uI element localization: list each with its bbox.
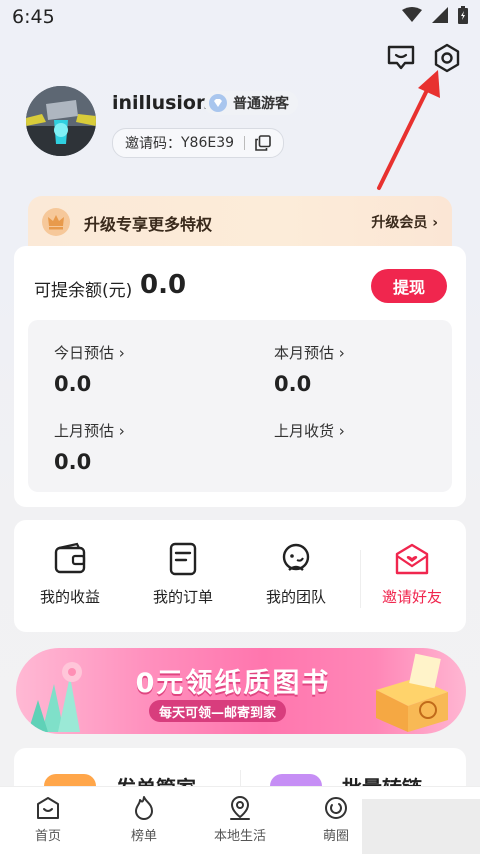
menu-earnings-label: 我的收益 xyxy=(39,588,100,606)
crystal-icon xyxy=(28,662,82,732)
promo-banner[interactable]: 0元领纸质图书 每天可领—邮寄到家 xyxy=(16,648,466,734)
nav-ranking[interactable]: 榜单 xyxy=(116,795,172,844)
order-icon xyxy=(169,542,197,576)
invite-code-divider xyxy=(244,136,246,150)
upgrade-text: 升级专享更多特权 xyxy=(84,215,213,234)
menu-invite-label: 邀请好友 xyxy=(381,588,442,606)
nav-local-life[interactable]: 本地生活 xyxy=(200,795,280,844)
stat-today-value: 0.0 xyxy=(54,372,92,396)
upgrade-banner[interactable]: 升级专享更多特权 升级会员 › xyxy=(28,196,452,248)
location-icon xyxy=(230,795,250,820)
stat-last-month-label: 上月预估 xyxy=(54,422,115,440)
chevron-right-icon: › xyxy=(338,344,345,362)
stat-today-label: 今日预估 xyxy=(54,344,115,362)
menu-card: 我的收益 我的订单 我的团队 邀请好友 xyxy=(14,520,466,632)
battery-icon xyxy=(458,6,468,24)
level-badge-label: 普通游客 xyxy=(233,96,289,112)
diamond-icon xyxy=(209,94,227,112)
nav-ranking-label: 榜单 xyxy=(130,829,157,844)
team-icon xyxy=(282,543,310,571)
fire-icon xyxy=(135,796,153,820)
status-time: 6:45 xyxy=(12,6,55,28)
nav-circle[interactable]: 萌圈 xyxy=(308,795,364,844)
menu-team[interactable]: 我的团队 xyxy=(246,542,346,607)
stat-last-month[interactable]: 上月预估 › 0.0 xyxy=(54,420,125,474)
home-icon xyxy=(37,797,59,819)
menu-orders-label: 我的订单 xyxy=(152,588,213,606)
stat-month-label: 本月预估 xyxy=(274,344,335,362)
nav-home[interactable]: 首页 xyxy=(20,795,76,844)
nav-overlay-placeholder xyxy=(362,799,480,854)
level-badge[interactable]: 普通游客 xyxy=(204,91,298,115)
chevron-right-icon: › xyxy=(338,422,345,440)
menu-invite[interactable]: 邀请好友 xyxy=(362,542,462,607)
chevron-right-icon: › xyxy=(118,422,125,440)
wallet-icon xyxy=(54,542,86,574)
status-bar: 6:45 xyxy=(0,0,480,34)
nav-home-label: 首页 xyxy=(34,829,61,844)
menu-team-label: 我的团队 xyxy=(265,588,326,606)
avatar-image xyxy=(26,86,96,156)
menu-divider xyxy=(360,550,361,608)
chevron-right-icon: › xyxy=(118,344,125,362)
stat-today[interactable]: 今日预估 › 0.0 xyxy=(54,342,125,396)
status-icons xyxy=(402,6,468,24)
balance-value: 0.0 xyxy=(140,270,187,300)
avatar[interactable] xyxy=(26,86,96,156)
package-icon xyxy=(376,653,448,732)
stat-month[interactable]: 本月预估 › 0.0 xyxy=(274,342,345,396)
stats-box: 今日预估 › 0.0 本月预估 › 0.0 上月预估 › 0.0 上月收货 › xyxy=(28,320,452,492)
invite-code-value: Y86E39 xyxy=(181,135,235,151)
nav-circle-label: 萌圈 xyxy=(322,829,349,844)
promo-subtitle: 每天可领—邮寄到家 xyxy=(149,700,287,722)
stat-month-value: 0.0 xyxy=(274,372,312,396)
balance-card: 可提余额(元) 0.0 提现 今日预估 › 0.0 本月预估 › 0.0 上月预… xyxy=(14,246,466,507)
invite-icon xyxy=(395,543,429,575)
balance-label: 可提余额(元) xyxy=(34,281,133,301)
crown-icon xyxy=(42,208,70,236)
upgrade-link-label: 升级会员 xyxy=(371,215,428,231)
copy-icon[interactable] xyxy=(255,135,271,151)
circle-chat-icon xyxy=(325,797,347,819)
signal-icon xyxy=(432,7,448,23)
stat-last-month-received-label: 上月收货 xyxy=(274,422,335,440)
username: inillusion xyxy=(112,92,210,114)
promo-title: 0元领纸质图书 xyxy=(135,668,331,699)
nav-local-life-label: 本地生活 xyxy=(213,829,266,844)
wifi-icon xyxy=(402,7,422,22)
bottom-nav: 首页 榜单 本地生活 萌圈 xyxy=(0,786,480,854)
upgrade-link[interactable]: 升级会员 › xyxy=(371,212,438,232)
arrow-icon xyxy=(377,70,440,190)
menu-earnings[interactable]: 我的收益 xyxy=(20,542,120,607)
invite-code[interactable]: 邀请码： Y86E39 xyxy=(112,128,285,158)
stat-last-month-value: 0.0 xyxy=(54,450,92,474)
invite-code-label: 邀请码： xyxy=(125,136,181,152)
stat-last-month-received[interactable]: 上月收货 › xyxy=(274,420,345,450)
chevron-right-icon: › xyxy=(432,215,438,231)
menu-orders[interactable]: 我的订单 xyxy=(133,542,233,607)
withdraw-button[interactable]: 提现 xyxy=(371,269,447,303)
